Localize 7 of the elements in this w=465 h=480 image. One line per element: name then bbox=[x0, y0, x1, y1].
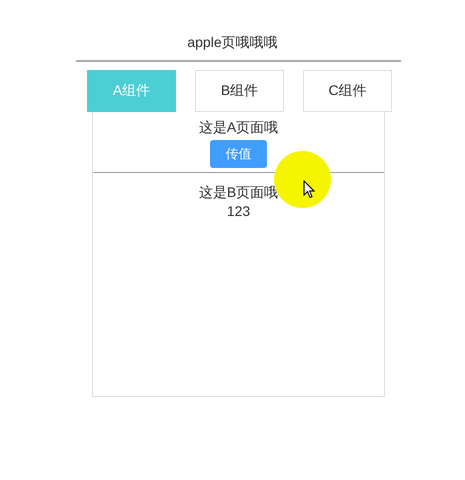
page-a-text: 这是A页面哦 bbox=[198, 118, 278, 137]
value-text: 123 bbox=[226, 202, 250, 221]
tab[interactable]: C组件 bbox=[303, 70, 392, 112]
page-title: apple页哦哦哦 bbox=[187, 33, 278, 52]
tab[interactable]: B组件 bbox=[195, 70, 284, 112]
page-b-text: 这是B页面哦 bbox=[198, 183, 278, 202]
cursor-icon bbox=[303, 180, 315, 199]
